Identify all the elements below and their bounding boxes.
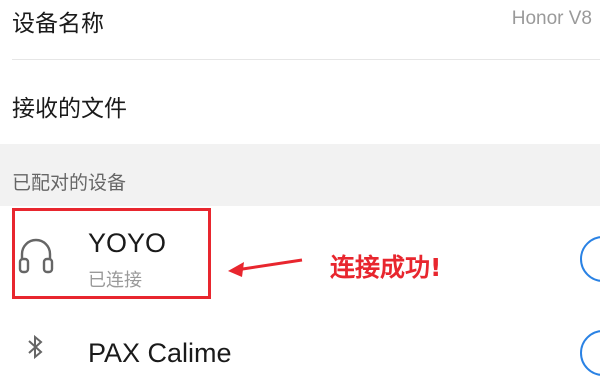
- arrow-icon: [228, 258, 303, 277]
- device-info-button[interactable]: [580, 236, 600, 282]
- success-annotation: 连接成功!: [330, 253, 442, 282]
- received-files-label: 接收的文件: [12, 96, 127, 122]
- device-info-button[interactable]: [580, 330, 600, 376]
- device-name: PAX Calime: [88, 338, 232, 368]
- paired-devices-title: 已配对的设备: [12, 172, 127, 194]
- device-name-value: Honor V8: [511, 8, 592, 29]
- paired-devices-header: 已配对的设备: [0, 144, 600, 206]
- highlight-box: [12, 208, 211, 299]
- device-name-row[interactable]: 设备名称 Honor V8: [0, 0, 600, 48]
- device-name-label: 设备名称: [12, 11, 104, 37]
- received-files-row[interactable]: 接收的文件: [0, 59, 600, 144]
- bluetooth-icon: [28, 334, 43, 360]
- paired-device-item[interactable]: PAX Calime: [0, 318, 600, 376]
